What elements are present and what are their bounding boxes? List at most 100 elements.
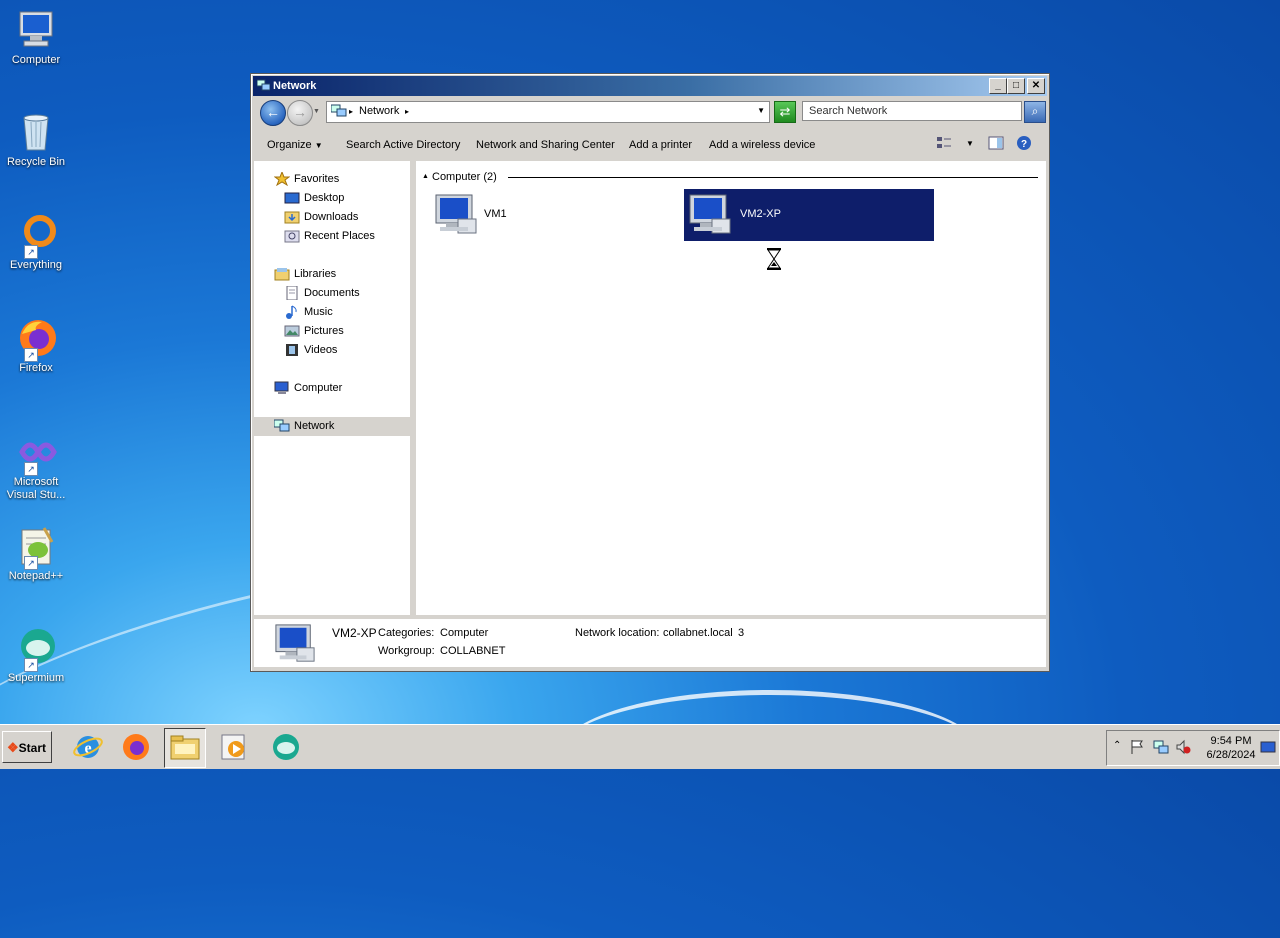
chevron-right-icon[interactable]: ▸ bbox=[349, 107, 353, 116]
search-active-directory-button[interactable]: Search Active Directory bbox=[346, 139, 460, 151]
nav-favorites[interactable]: Favorites bbox=[273, 170, 339, 188]
maximize-button[interactable]: □ bbox=[1007, 78, 1025, 94]
nav-label: Pictures bbox=[304, 325, 344, 337]
supermium-icon bbox=[273, 734, 299, 760]
svg-text:?: ? bbox=[1021, 139, 1027, 150]
details-workgroup-value: COLLABNET bbox=[440, 645, 506, 657]
nav-recent-places[interactable]: Recent Places bbox=[284, 227, 375, 245]
shortcut-arrow-icon: ↗ bbox=[24, 462, 38, 476]
nav-computer[interactable]: Computer bbox=[274, 379, 342, 397]
nav-label: Libraries bbox=[294, 268, 337, 280]
network-tray-icon[interactable] bbox=[1153, 739, 1169, 758]
desktop-icon-label: Notepad++ bbox=[8, 570, 64, 582]
nav-libraries[interactable]: Libraries bbox=[274, 265, 336, 283]
desktop-icon-label: Everything bbox=[10, 259, 62, 271]
chevron-right-icon[interactable]: ▸ bbox=[405, 107, 409, 116]
collapse-group-icon[interactable]: ▲ bbox=[422, 173, 429, 180]
network-item-vm1[interactable]: VM1 bbox=[430, 189, 530, 241]
desktop-icon-label: Computer bbox=[11, 54, 61, 66]
recent-pages-dropdown[interactable]: ▼ bbox=[313, 108, 320, 115]
taskbar: ❖Start e ⌃ 9:54 PM 6/28/2024 bbox=[0, 724, 1280, 769]
breadcrumb-network[interactable]: Network bbox=[359, 105, 399, 117]
show-desktop-icon[interactable] bbox=[1260, 741, 1276, 758]
network-item-vm2-xp[interactable]: VM2-XP bbox=[684, 189, 934, 241]
recent-places-icon bbox=[284, 229, 300, 243]
nav-desktop[interactable]: Desktop bbox=[284, 189, 344, 207]
organize-label: Organize bbox=[267, 139, 312, 151]
change-view-button[interactable] bbox=[936, 135, 952, 154]
downloads-folder-icon bbox=[284, 210, 300, 224]
pictures-icon bbox=[284, 324, 300, 338]
view-dropdown-button[interactable]: ▼ bbox=[966, 139, 974, 148]
music-icon bbox=[284, 305, 300, 320]
forward-button[interactable]: → bbox=[287, 100, 313, 126]
chevron-down-icon: ▼ bbox=[314, 141, 323, 150]
address-bar: ← → ▼ ▸ Network ▸ ▼ ⇄ Search Network ⌕ bbox=[254, 98, 1046, 126]
file-list: ▲ Computer (2) VM1 VM2-XP bbox=[416, 161, 1046, 615]
network-sharing-center-button[interactable]: Network and Sharing Center bbox=[476, 139, 615, 151]
desktop-icon-everything[interactable]: ↗ Everything bbox=[2, 213, 70, 271]
organize-button[interactable]: Organize ▼ bbox=[267, 139, 323, 151]
add-printer-button[interactable]: Add a printer bbox=[629, 139, 692, 151]
search-input[interactable]: Search Network bbox=[802, 101, 1022, 121]
add-wireless-device-button[interactable]: Add a wireless device bbox=[709, 139, 815, 151]
desktop-icon-firefox[interactable]: ↗ Firefox bbox=[2, 316, 70, 374]
desktop-icon-recycle-bin[interactable]: Recycle Bin bbox=[2, 110, 70, 168]
desktop-icon-label: Microsoft Visual Stu... bbox=[6, 476, 66, 501]
details-categories-value: Computer bbox=[440, 627, 489, 639]
item-label: VM2-XP bbox=[740, 208, 781, 220]
desktop-icon-supermium[interactable]: ↗ Supermium bbox=[2, 626, 70, 684]
search-button[interactable]: ⌕ bbox=[1024, 101, 1046, 123]
taskbar-internet-explorer[interactable]: e bbox=[68, 728, 108, 766]
details-name: VM2-XP bbox=[332, 626, 377, 640]
nav-music[interactable]: Music bbox=[284, 303, 333, 321]
nav-pictures[interactable]: Pictures bbox=[284, 322, 344, 340]
group-header[interactable]: Computer (2) bbox=[432, 171, 497, 183]
desktop-icon bbox=[284, 191, 300, 205]
details-categories-label: Categories: bbox=[378, 627, 435, 639]
start-label: Start bbox=[18, 741, 46, 755]
hourglass-cursor-icon bbox=[766, 248, 782, 273]
minimize-button[interactable]: _ bbox=[989, 78, 1007, 94]
desktop-icon-computer[interactable]: Computer bbox=[2, 8, 70, 66]
view-icon bbox=[937, 137, 951, 148]
refresh-button[interactable]: ⇄ bbox=[774, 101, 796, 123]
show-hidden-icons-button[interactable]: ⌃ bbox=[1113, 740, 1121, 751]
taskbar-media-player[interactable] bbox=[214, 728, 254, 766]
nav-label: Downloads bbox=[304, 211, 359, 223]
back-button[interactable]: ← bbox=[260, 100, 286, 126]
details-pane: VM2-XP Categories: Computer Workgroup: C… bbox=[254, 619, 1046, 667]
preview-pane-icon bbox=[988, 136, 1004, 150]
title-bar[interactable]: Network _ □ ✕ bbox=[253, 76, 1047, 96]
desktop-icon-visual-studio[interactable]: ↗ Microsoft Visual Stu... bbox=[2, 430, 70, 502]
clock-date: 6/28/2024 bbox=[1206, 749, 1256, 761]
computer-icon bbox=[686, 193, 734, 240]
close-button[interactable]: ✕ bbox=[1027, 78, 1045, 94]
nav-label: Music bbox=[304, 306, 333, 318]
shortcut-arrow-icon: ↗ bbox=[24, 556, 38, 570]
network-icon bbox=[273, 419, 290, 433]
refresh-icon: ⇄ bbox=[779, 104, 791, 119]
desktop-icon-notepadpp[interactable]: ↗ Notepad++ bbox=[2, 524, 70, 582]
nav-videos[interactable]: Videos bbox=[284, 341, 337, 359]
help-button[interactable]: ? bbox=[1016, 135, 1032, 154]
nav-documents[interactable]: Documents bbox=[284, 284, 360, 302]
preview-pane-button[interactable] bbox=[988, 135, 1004, 154]
start-button[interactable]: ❖Start bbox=[2, 731, 52, 763]
nav-label: Videos bbox=[304, 344, 338, 356]
address-dropdown-button[interactable]: ▼ bbox=[757, 106, 765, 115]
action-center-flag-icon[interactable] bbox=[1129, 739, 1145, 758]
taskbar-file-explorer[interactable] bbox=[164, 728, 206, 768]
search-icon: ⌕ bbox=[1031, 104, 1039, 118]
clock[interactable]: 9:54 PM 6/28/2024 bbox=[1197, 734, 1265, 762]
nav-label: Documents bbox=[304, 287, 360, 299]
help-icon: ? bbox=[1017, 136, 1031, 150]
media-player-icon bbox=[221, 734, 245, 760]
volume-muted-icon[interactable] bbox=[1175, 739, 1191, 758]
breadcrumb[interactable]: ▸ Network ▸ ▼ bbox=[326, 101, 770, 123]
nav-network[interactable]: Network bbox=[273, 417, 334, 435]
recycle-bin-icon bbox=[14, 110, 58, 154]
taskbar-firefox[interactable] bbox=[116, 728, 156, 766]
nav-downloads[interactable]: Downloads bbox=[284, 208, 358, 226]
taskbar-supermium[interactable] bbox=[266, 728, 306, 766]
